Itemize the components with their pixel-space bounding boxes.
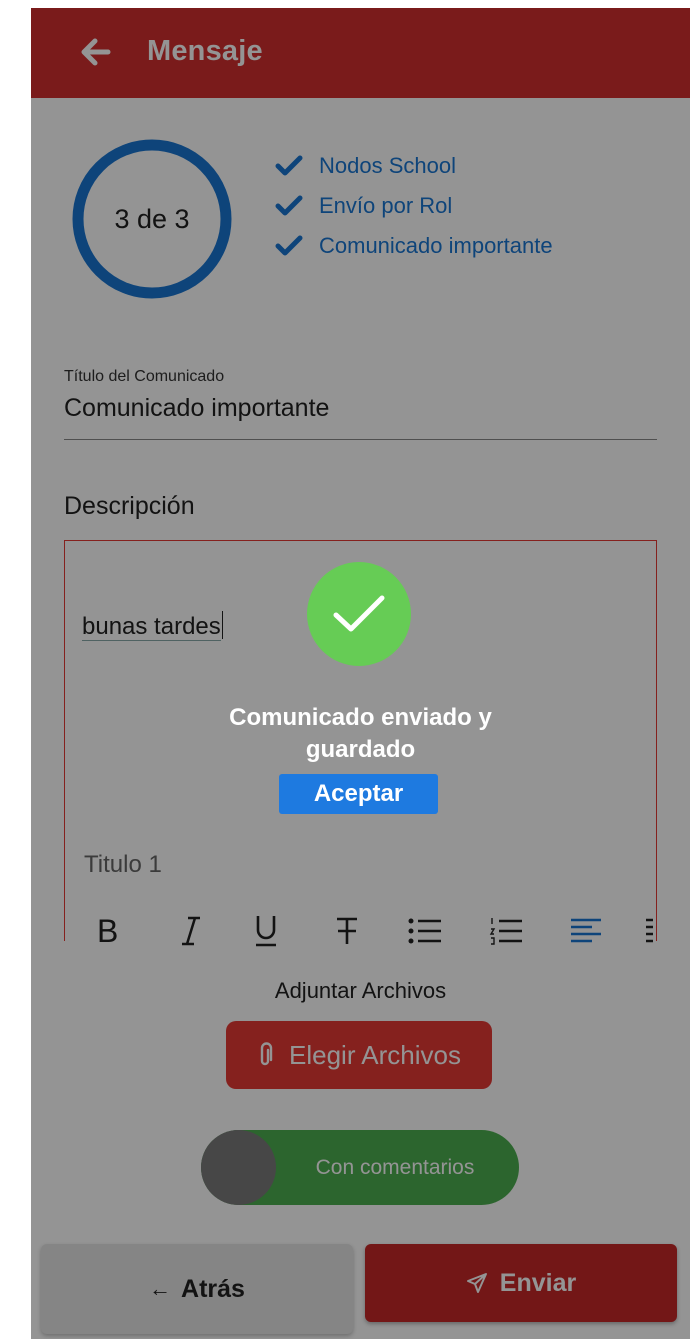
success-check-icon [307, 562, 411, 666]
success-message: Comunicado enviado y guardado [229, 704, 492, 763]
modal-backdrop [31, 8, 690, 1339]
app-screen: Mensaje 3 de 3 Nodos School Envío por Ro… [31, 8, 690, 1339]
accept-button[interactable]: Aceptar [279, 774, 438, 814]
